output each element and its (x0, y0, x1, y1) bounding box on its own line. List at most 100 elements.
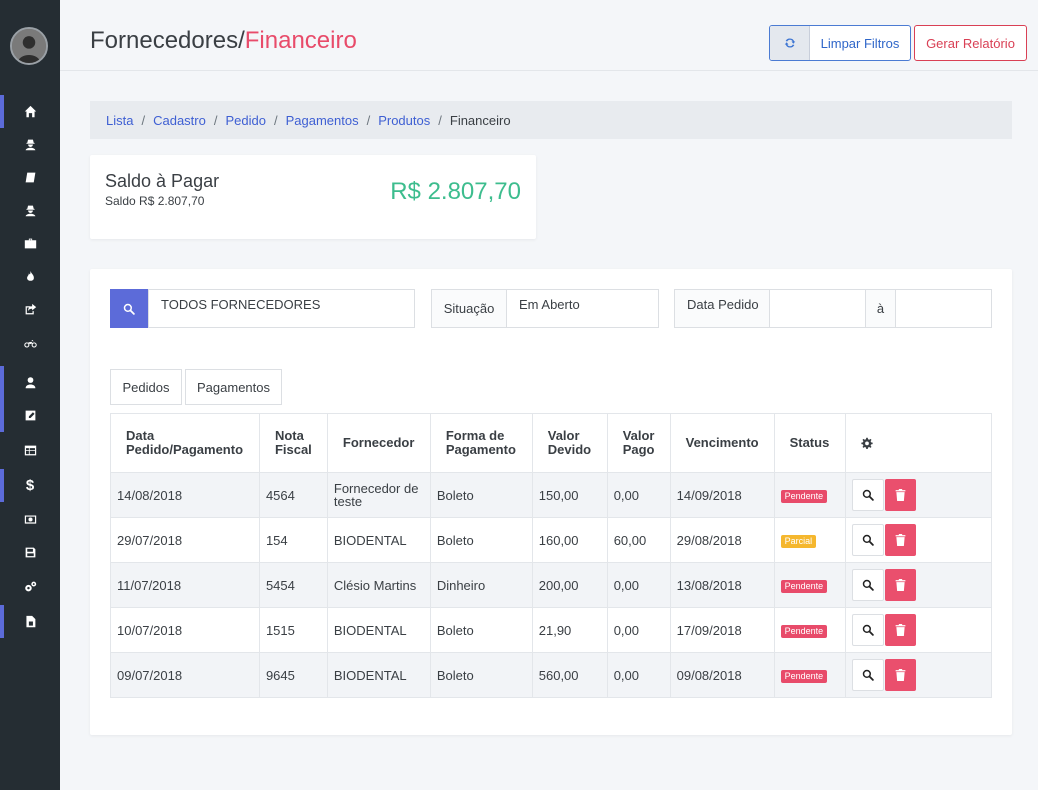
table-row: 14/08/2018 4564 Fornecedor de teste Bole… (110, 472, 992, 518)
cell-expiry: 14/09/2018 (669, 472, 775, 518)
col-header-status[interactable]: Status (773, 413, 846, 473)
financial-table: Data Pedido/Pagamento Nota Fiscal Fornec… (110, 413, 992, 698)
table-row: 11/07/2018 5454 Clésio Martins Dinheiro … (110, 562, 992, 608)
view-button[interactable] (851, 659, 884, 691)
cell-status: Parcial (773, 517, 846, 563)
situation-label: Situação (431, 289, 507, 328)
cell-invoice: 9645 (258, 652, 328, 698)
breadcrumb-produtos[interactable]: Produtos (378, 113, 430, 128)
file-icon (25, 615, 35, 628)
sidebar-item-share[interactable] (0, 293, 60, 326)
cell-actions (844, 607, 992, 653)
trash-icon (895, 579, 905, 591)
col-header-supplier[interactable]: Fornecedor (326, 413, 431, 473)
breadcrumb-cadastro[interactable]: Cadastro (153, 113, 206, 128)
cell-date: 14/08/2018 (110, 472, 260, 518)
view-button[interactable] (851, 479, 884, 511)
search-icon (862, 534, 874, 546)
balance-amount: R$ 2.807,70 (390, 178, 521, 205)
cell-supplier: BIODENTAL (326, 517, 431, 563)
cell-actions (844, 472, 992, 518)
delete-button[interactable] (884, 479, 916, 511)
search-icon (862, 669, 874, 681)
sidebar-item-user[interactable] (0, 366, 60, 399)
sidebar-item-save[interactable] (0, 536, 60, 569)
table-header-row: Data Pedido/Pagamento Nota Fiscal Fornec… (110, 413, 992, 473)
tab-pagamentos[interactable]: Pagamentos (185, 369, 282, 405)
col-header-payment-method[interactable]: Forma de Pagamento (429, 413, 533, 473)
sidebar-item-edit[interactable] (0, 399, 60, 432)
home-icon (24, 105, 36, 118)
trash-icon (895, 669, 905, 681)
tab-pedidos[interactable]: Pedidos (110, 369, 182, 405)
cell-supplier: BIODENTAL (326, 652, 431, 698)
sidebar-item-book[interactable] (0, 161, 60, 194)
delete-button[interactable] (884, 569, 916, 601)
table-row: 09/07/2018 9645 BIODENTAL Boleto 560,00 … (110, 652, 992, 698)
view-button[interactable] (851, 614, 884, 646)
col-header-expiry[interactable]: Vencimento (669, 413, 775, 473)
page-title: Fornecedores/Financeiro (90, 27, 357, 55)
cell-amount-paid: 0,00 (606, 562, 671, 608)
balance-card: Saldo à Pagar Saldo R$ 2.807,70 R$ 2.807… (90, 155, 536, 239)
sidebar-item-settings[interactable] (0, 570, 60, 603)
delete-button[interactable] (884, 614, 916, 646)
sidebar-item-suppliers[interactable] (0, 128, 60, 161)
col-header-date[interactable]: Data Pedido/Pagamento (110, 413, 260, 473)
balance-subtitle: Saldo R$ 2.807,70 (105, 194, 205, 208)
col-header-amount-paid[interactable]: Valor Pago (606, 413, 671, 473)
user-avatar-icon (12, 29, 46, 63)
supplier-select[interactable]: TODOS FORNECEDORES (148, 289, 415, 328)
clear-filters-label: Limpar Filtros (820, 35, 900, 51)
date-from-input[interactable] (770, 289, 866, 328)
delete-button[interactable] (884, 659, 916, 691)
status-badge: Pendente (780, 489, 828, 503)
col-header-amount-due[interactable]: Valor Devido (531, 413, 608, 473)
view-button[interactable] (851, 569, 884, 601)
top-bar: Fornecedores/Financeiro Limpar Filtros G… (60, 0, 1038, 71)
breadcrumb-current: Financeiro (449, 112, 511, 128)
sidebar-item-dollar[interactable]: $ (0, 469, 60, 502)
sidebar-item-fire[interactable] (0, 260, 60, 293)
page-title-accent: Financeiro (244, 27, 357, 54)
sidebar-item-agents[interactable] (0, 194, 60, 227)
cell-payment-method: Boleto (429, 517, 533, 563)
cell-expiry: 09/08/2018 (669, 652, 775, 698)
cell-invoice: 154 (258, 517, 328, 563)
cell-expiry: 17/09/2018 (669, 607, 775, 653)
search-icon (862, 624, 874, 636)
sidebar-item-home[interactable] (0, 95, 60, 128)
sidebar-item-table[interactable] (0, 434, 60, 467)
table-icon (24, 445, 36, 456)
trash-icon (895, 534, 905, 546)
col-header-actions (844, 413, 992, 473)
sidebar-item-file[interactable] (0, 605, 60, 638)
cell-invoice: 1515 (258, 607, 328, 653)
breadcrumb-pedido[interactable]: Pedido (225, 113, 265, 128)
date-to-input[interactable] (896, 289, 992, 328)
clear-filters-button[interactable]: Limpar Filtros (769, 25, 911, 61)
sidebar-item-money[interactable] (0, 503, 60, 536)
trash-icon (895, 624, 905, 636)
cell-payment-method: Boleto (429, 652, 533, 698)
cell-status: Pendente (773, 472, 846, 518)
fire-icon (26, 270, 34, 281)
cell-date: 09/07/2018 (110, 652, 260, 698)
col-header-invoice[interactable]: Nota Fiscal (258, 413, 328, 473)
sidebar-item-briefcase[interactable] (0, 227, 60, 260)
cell-amount-paid: 0,00 (606, 607, 671, 653)
generate-report-button[interactable]: Gerar Relatório (914, 25, 1027, 61)
situation-select[interactable]: Em Aberto (507, 289, 659, 328)
briefcase-icon (24, 238, 36, 249)
view-button[interactable] (851, 524, 884, 556)
breadcrumb-separator: / (141, 112, 146, 128)
dollar-icon: $ (25, 477, 35, 494)
breadcrumb-lista[interactable]: Lista (106, 113, 133, 128)
money-icon (24, 515, 36, 524)
sidebar-item-motorcycle[interactable] (0, 326, 60, 359)
delete-button[interactable] (884, 524, 916, 556)
supplier-search-button[interactable] (110, 289, 148, 328)
avatar[interactable] (10, 27, 48, 65)
status-badge: Pendente (780, 579, 828, 593)
breadcrumb-pagamentos[interactable]: Pagamentos (286, 113, 359, 128)
